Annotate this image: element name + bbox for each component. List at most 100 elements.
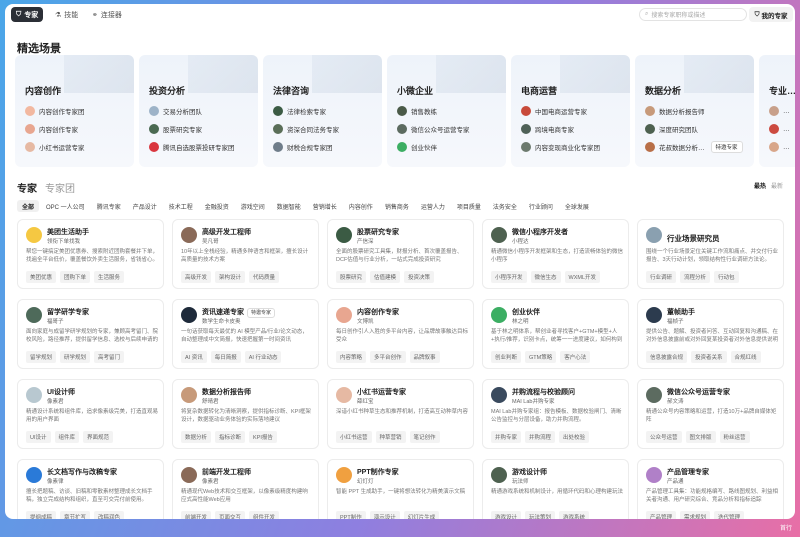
expert-tag: 多平台创作 bbox=[370, 351, 406, 363]
filter-chip[interactable]: 法务安全 bbox=[488, 200, 522, 212]
tab-connectors[interactable]: ⚭ 连接器 bbox=[87, 7, 127, 22]
app-window: ⛉ 专家 ⚗ 技能 ⚭ 连接器 ⌕ 搜索专家职称或描述 ⛉ 我的专家 精选场景 … bbox=[5, 4, 795, 519]
scene-expert-item[interactable]: 微信公众号运营专家 bbox=[397, 123, 470, 135]
filter-chip[interactable]: 游戏空间 bbox=[236, 200, 270, 212]
scene-expert-item[interactable]: … bbox=[769, 141, 790, 153]
expert-tag: 笔记创作 bbox=[409, 431, 440, 443]
expert-tag: 美团优惠 bbox=[26, 271, 57, 283]
expert-card[interactable]: 微信公众号运营专家 郝文涛 精通公众号内容策略和运营，打造10万+品牌自媒体矩阵 公众… bbox=[637, 379, 784, 449]
scene-expert-item[interactable]: … bbox=[769, 105, 790, 117]
expert-name: 前端开发工程师 bbox=[202, 467, 251, 477]
scene-expert-item[interactable]: 花叔数据分析… 特邀专家 bbox=[645, 141, 743, 153]
scene-expert-item[interactable]: 中国电商运营专家 bbox=[521, 105, 587, 117]
scene-expert-item[interactable]: 深度研究团队 bbox=[645, 123, 698, 135]
expert-author: 产品通 bbox=[667, 479, 684, 485]
scene-expert-item[interactable]: 小红书运营专家 bbox=[25, 141, 85, 153]
scene-expert-item[interactable]: 跨境电商专家 bbox=[521, 123, 574, 135]
avatar bbox=[397, 142, 407, 152]
filter-chip[interactable]: 产品设计 bbox=[128, 200, 162, 212]
featured-badge: 特邀专家 bbox=[710, 141, 743, 153]
expert-teams-tab[interactable]: 专家团 bbox=[45, 180, 75, 195]
scene-expert-item[interactable]: 法律检索专家 bbox=[273, 105, 326, 117]
expert-card[interactable]: 并购流程与校验顾问 MAI Lab并购专家 MAI Lab并购专家组：报告模板、数据… bbox=[482, 379, 629, 449]
expert-card[interactable]: 股票研究专家 产信深 全面的股票研究工具集，财报分析、首次覆盖报告、DCF估值与行业… bbox=[327, 219, 474, 289]
expert-card[interactable]: 产品管理专家 产品通 产品管理工具集：功能规格编写、路线图规划、利益相关者沟通、用户… bbox=[637, 459, 784, 519]
search-input[interactable]: ⌕ 搜索专家职称或描述 bbox=[639, 8, 747, 21]
scene-illustration bbox=[312, 55, 382, 93]
my-experts-button[interactable]: ⛉ 我的专家 bbox=[749, 7, 793, 22]
filter-chip[interactable]: OPC 一人公司 bbox=[41, 200, 90, 212]
filter-chip[interactable]: 技术工程 bbox=[164, 200, 198, 212]
expert-tags: 高级开发 架构设计 代码质量 bbox=[181, 271, 280, 283]
tab-experts[interactable]: ⛉ 专家 bbox=[11, 7, 44, 22]
scene-expert-item[interactable]: 股票研究专家 bbox=[149, 123, 202, 135]
scene-expert-label: 深度研究团队 bbox=[659, 127, 698, 134]
expert-card[interactable]: 数据分析报告师 舒晴君 将复杂数据转化为清晰洞察，提供指标诊断、KPI框架设计，数据… bbox=[172, 379, 319, 449]
avatar bbox=[26, 227, 42, 243]
expert-name-text: 数据分析报告师 bbox=[202, 389, 251, 396]
filter-chip[interactable]: 腾讯专家 bbox=[92, 200, 126, 212]
experts-tab[interactable]: 专家 bbox=[17, 180, 37, 195]
filter-chip[interactable]: 内容创作 bbox=[344, 200, 378, 212]
scene-card[interactable]: 小微企业 销售教练 微信公众号运营专家 创业伙伴 bbox=[387, 55, 506, 167]
expert-card[interactable]: 高级开发工程师 吴凡哥 10年以上全栈经验，精通多种语言和框架，擅长设计高质量的技术… bbox=[172, 219, 319, 289]
expert-card[interactable]: 内容创作专家 文博凯 每日创作引人入胜的多平台内容，让品牌故事触达目标受众 内容策略多… bbox=[327, 299, 474, 369]
expert-card[interactable]: 行业场景研究员 围绕一个行业场景定位关键工作流和痛点、并交付行业报告、3天行动计划… bbox=[637, 219, 784, 289]
scene-expert-item[interactable]: 财税合规专家团 bbox=[273, 141, 333, 153]
expert-card[interactable]: 资讯速递专家 特邀专家 数学生命卡皮奥 一句话获取每天最优的 AI 模型产品/行业/论… bbox=[172, 299, 319, 369]
expert-name-text: 产品管理专家 bbox=[667, 469, 709, 476]
tab-skills[interactable]: ⚗ 技能 bbox=[50, 7, 83, 22]
filter-chip[interactable]: 金融投资 bbox=[200, 200, 234, 212]
filter-chip[interactable]: 数据智能 bbox=[272, 200, 306, 212]
filter-chip[interactable]: 营销增长 bbox=[308, 200, 342, 212]
scene-expert-item[interactable]: 交易分析团队 bbox=[149, 105, 202, 117]
scene-expert-item[interactable]: 创业伙伴 bbox=[397, 141, 437, 153]
expert-tag: PPT制作 bbox=[336, 511, 366, 519]
scene-card[interactable]: 电商运营中国电商运营专家 跨境电商专家内容变现商业化专家团 bbox=[511, 55, 630, 167]
scene-expert-item[interactable]: 内容创作专家 bbox=[25, 123, 78, 135]
scene-expert-item[interactable]: 内容变现商业化专家团 bbox=[521, 141, 600, 153]
expert-card[interactable]: 微信小程序开发者 小程达 精通微信小程序开发框架和生态，打造流畅体验的微信小程序 小程… bbox=[482, 219, 629, 289]
scene-expert-item[interactable]: 内容创作专家团 bbox=[25, 105, 85, 117]
scene-card[interactable]: 内容创作 内容创作专家团 内容创作专家 小红书运营专家 bbox=[15, 55, 134, 167]
scene-expert-item[interactable]: … bbox=[769, 123, 790, 135]
filter-chip[interactable]: 全球发展 bbox=[560, 200, 594, 212]
filter-chip[interactable]: 运营人力 bbox=[416, 200, 450, 212]
filter-chip[interactable]: 项目质量 bbox=[452, 200, 486, 212]
scene-card[interactable]: 数据分析 数据分析报告师 深度研究团队 花叔数据分析… 特邀专家 bbox=[635, 55, 754, 167]
expert-tag: 每日简报 bbox=[210, 351, 241, 363]
expert-card[interactable]: 董帧助手 福帧子 提供公告、题解、投资者问答、互动回复和沟通稿、在对外信息披露前或对… bbox=[637, 299, 784, 369]
expert-name-text: UI设计师 bbox=[47, 389, 75, 396]
scene-expert-item[interactable]: 销售教练 bbox=[397, 105, 437, 117]
scene-expert-item[interactable]: 数据分析报告师 bbox=[645, 105, 705, 117]
expert-tag: 客户心法 bbox=[560, 351, 591, 363]
expert-card[interactable]: 创业伙伴 林之明 基于林之明体系，帮创业者寻找客户+GTM+模型+人+执行/推荐，识… bbox=[482, 299, 629, 369]
scene-expert-item[interactable]: 腾讯自选股票投研专家团 bbox=[149, 141, 235, 153]
expert-card[interactable]: 游戏设计师 玩法师 精通游戏系统和机制设计，用循环代码和心理构建玩法 游戏设计 玩法策划… bbox=[482, 459, 629, 519]
sort-hottest[interactable]: 最热 bbox=[754, 181, 766, 190]
sort-newest[interactable]: 最新 bbox=[771, 181, 783, 190]
expert-card[interactable]: 小红书运营专家 薛红宝 深谙小红书种草生态和推荐机制，打造高互动种草内容 小红书运营种… bbox=[327, 379, 474, 449]
expert-card[interactable]: 留学研学专家 福哥子 面向家庭与成留学研学规划的专家，兼顾高考留门、院校风险，路径推… bbox=[17, 299, 164, 369]
expert-card[interactable]: 前端开发工程师 像素君 精通现代Web技术和交互框架，以像素级精度构建响应式高性能W… bbox=[172, 459, 319, 519]
expert-card[interactable]: UI设计师 像素君 精通设计系统和组件库，追求像素级完美，打造直观易用的用户界面 UI… bbox=[17, 379, 164, 449]
avatar bbox=[25, 106, 35, 116]
scene-title: 电商运营 bbox=[521, 86, 558, 96]
scene-expert-label: 交易分析团队 bbox=[163, 109, 202, 116]
expert-tag: 估值建模 bbox=[370, 271, 401, 283]
filter-chip[interactable]: 销售商务 bbox=[380, 200, 414, 212]
filter-chip[interactable]: 行业顾问 bbox=[524, 200, 558, 212]
expert-name: 并购流程与校验顾问 bbox=[512, 387, 575, 397]
expert-card[interactable]: PPT制作专家 幻灯灯 智能 PPT 生成助手，一键将想法转化为精美演示文稿 PPT制… bbox=[327, 459, 474, 519]
expert-card[interactable]: 长文档写作与改稿专家 像素律 擅长把题稿、访谈、旧稿和零散素材整理成长文档手稿，独立… bbox=[17, 459, 164, 519]
expert-card[interactable]: 美团生活助手 领衔下单找我 帮您一键搞定美团优惠券、搜索附近团购套餐并下单，找遍全平… bbox=[17, 219, 164, 289]
filter-chip[interactable]: 全部 bbox=[17, 200, 40, 212]
scene-expert-label: 创业伙伴 bbox=[411, 145, 437, 152]
scene-card[interactable]: 法律咨询 法律检索专家 资深合同法务专家 财税合规专家团 bbox=[263, 55, 382, 167]
scene-card[interactable]: 专业………… bbox=[759, 55, 795, 167]
expert-tags: 游戏设计 玩法策划 游戏系统 bbox=[491, 511, 590, 519]
tab-label: 专家 bbox=[24, 11, 39, 19]
scene-card[interactable]: 投资分析 交易分析团队 股票研究专家 腾讯自选股票投研专家团 bbox=[139, 55, 258, 167]
avatar bbox=[491, 387, 507, 403]
scene-expert-item[interactable]: 资深合同法务专家 bbox=[273, 123, 339, 135]
